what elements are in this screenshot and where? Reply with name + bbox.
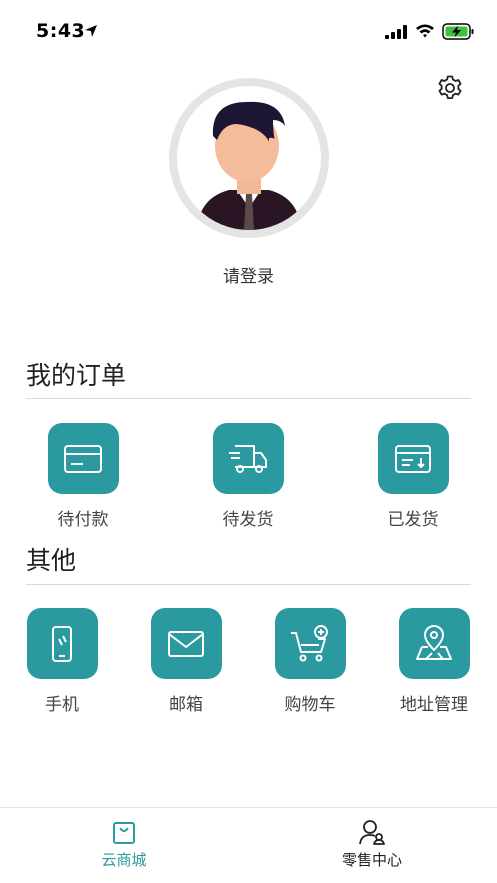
order-pending-payment[interactable]: 待付款 [23, 423, 143, 530]
mail-icon [168, 630, 204, 657]
login-link[interactable]: 请登录 [0, 262, 497, 287]
shopping-bag-icon [113, 822, 135, 844]
location-arrow-icon [85, 25, 97, 37]
phone-icon [52, 625, 72, 662]
wifi-icon [416, 24, 434, 38]
other-address-label: 地址管理 [400, 695, 468, 715]
tab-retail-center-label: 零售中心 [341, 851, 402, 869]
bottom-tab-bar: 云商城 零售中心 [0, 807, 497, 883]
tab-cloud-mall-label: 云商城 [101, 851, 147, 869]
settings-gear-icon[interactable] [436, 74, 464, 102]
avatar[interactable] [169, 78, 329, 238]
avatar-placeholder-icon [197, 101, 301, 230]
other-address[interactable]: 地址管理 [374, 608, 494, 715]
user-icon [359, 820, 385, 845]
battery-charging-icon [442, 23, 474, 40]
order-pending-shipment[interactable]: 待发货 [188, 423, 308, 530]
order-shipped[interactable]: 已发货 [353, 423, 473, 530]
other-mail[interactable]: 邮箱 [126, 608, 246, 715]
orders-divider [26, 398, 471, 399]
other-mail-label: 邮箱 [169, 695, 203, 715]
truck-icon [229, 444, 267, 473]
other-cart-label: 购物车 [284, 695, 336, 715]
orders-section-title: 我的订单 [26, 361, 127, 390]
cart-icon [291, 624, 328, 661]
others-divider [26, 584, 471, 585]
status-bar: 5:43 [0, 0, 497, 58]
signal-icon [385, 25, 407, 39]
card-icon [64, 444, 102, 473]
order-shipped-label: 已发货 [387, 510, 439, 530]
other-phone[interactable]: 手机 [2, 608, 122, 715]
status-time: 5:43 [36, 20, 86, 42]
tab-cloud-mall[interactable]: 云商城 [0, 808, 248, 883]
tab-retail-center[interactable]: 零售中心 [248, 808, 496, 883]
order-pending-payment-label: 待付款 [57, 510, 109, 530]
map-pin-icon [416, 624, 452, 660]
other-phone-label: 手机 [45, 695, 79, 715]
shipped-icon [395, 444, 431, 473]
order-pending-shipment-label: 待发货 [222, 510, 274, 530]
other-cart[interactable]: 购物车 [250, 608, 370, 715]
others-section-title: 其他 [26, 546, 77, 575]
